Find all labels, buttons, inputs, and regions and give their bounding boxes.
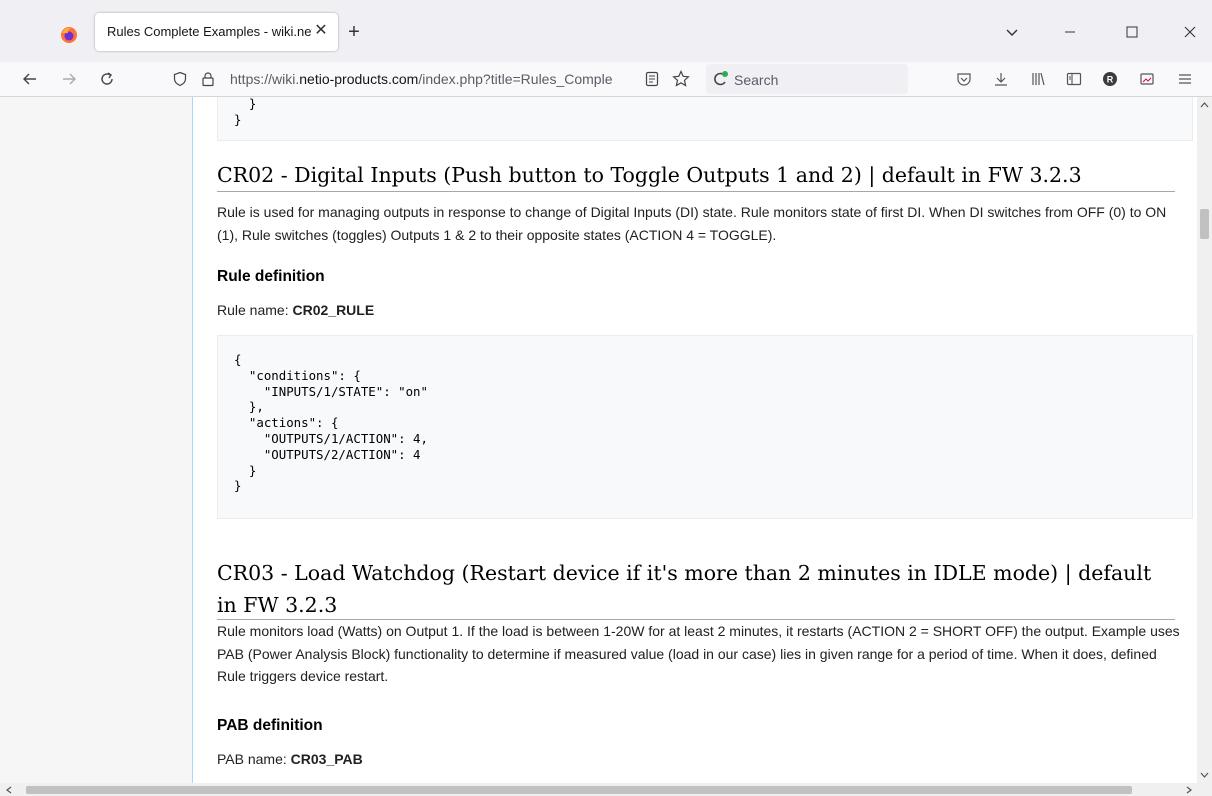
tab-title: Rules Complete Examples - wiki.netio (107, 24, 312, 39)
minimize-icon[interactable] (1058, 20, 1082, 44)
hamburger-menu-icon[interactable] (1174, 68, 1196, 90)
pocket-icon[interactable] (953, 68, 975, 90)
back-arrow-icon[interactable] (19, 68, 41, 90)
scroll-left-arrow-icon[interactable] (6, 786, 12, 794)
rule-name-value: CR02_RULE (292, 302, 375, 318)
cr02-definition-heading: Rule definition (217, 268, 325, 285)
vertical-scrollbar[interactable] (1197, 97, 1212, 783)
tab-strip: Rules Complete Examples - wiki.netio ✕ + (0, 0, 1212, 62)
firefox-menu-icon[interactable] (59, 25, 79, 45)
page-viewport: } } CR02 - Digital Inputs (Push button t… (0, 97, 1197, 783)
bookmark-star-icon[interactable] (672, 70, 690, 88)
tracking-protection-shield-icon[interactable] (172, 71, 188, 87)
library-icon[interactable] (1027, 68, 1049, 90)
close-tab-icon[interactable]: ✕ (312, 22, 330, 40)
cr03-definition-heading: PAB definition (217, 717, 323, 734)
sidebar-icon[interactable] (1063, 68, 1085, 90)
horizontal-scroll-thumb[interactable] (26, 786, 1132, 794)
pab-name-value: CR03_PAB (290, 751, 363, 767)
navigation-toolbar: https://wiki.netio-products.com/index.ph… (0, 62, 1212, 97)
cr02-rule-name: Rule name: CR02_RULE (217, 299, 1182, 322)
lock-icon[interactable] (200, 71, 216, 87)
forward-arrow-icon[interactable] (58, 68, 80, 90)
rule-name-label: Rule name: (217, 302, 293, 318)
new-tab-button[interactable]: + (344, 22, 364, 42)
reader-view-icon[interactable] (644, 71, 660, 87)
scroll-up-arrow-icon[interactable] (1200, 102, 1209, 108)
search-engine-icon (714, 71, 728, 86)
list-all-tabs-icon[interactable] (1000, 20, 1024, 44)
reload-icon[interactable] (96, 68, 118, 90)
cr02-description: Rule is used for managing outputs in res… (217, 204, 1167, 243)
vertical-scroll-thumb[interactable] (1200, 209, 1209, 239)
pab-name-label: PAB name: (217, 751, 291, 767)
svg-text:R: R (1107, 75, 1114, 85)
code-block-previous: } } (217, 97, 1193, 141)
horizontal-scrollbar[interactable] (0, 783, 1212, 796)
scroll-right-arrow-icon[interactable] (1186, 786, 1192, 794)
search-placeholder: Search (734, 72, 779, 88)
cr03-description: Rule monitors load (Watts) on Output 1. … (217, 623, 1180, 684)
section-heading-cr03: CR03 - Load Watchdog (Restart device if … (217, 557, 1175, 620)
maximize-icon[interactable] (1120, 20, 1144, 44)
search-input[interactable]: Search (706, 64, 908, 94)
section-heading-cr02: CR02 - Digital Inputs (Push button to To… (217, 159, 1175, 192)
url-text: https://wiki.netio-products.com/index.ph… (230, 71, 613, 87)
account-avatar-icon[interactable]: R (1099, 68, 1121, 90)
tab-active[interactable]: Rules Complete Examples - wiki.netio ✕ (95, 13, 338, 51)
url-bar[interactable]: https://wiki.netio-products.com/index.ph… (162, 64, 702, 94)
cr03-pab-name: PAB name: CR03_PAB (217, 748, 1182, 771)
downloads-icon[interactable] (990, 68, 1012, 90)
scroll-down-arrow-icon[interactable] (1200, 772, 1209, 778)
article-content: } } CR02 - Digital Inputs (Push button t… (192, 97, 1197, 783)
code-block-cr02: { "conditions": { "INPUTS/1/STATE": "on"… (217, 335, 1193, 519)
close-window-icon[interactable] (1178, 20, 1202, 44)
screenshot-extension-icon[interactable] (1136, 68, 1158, 90)
